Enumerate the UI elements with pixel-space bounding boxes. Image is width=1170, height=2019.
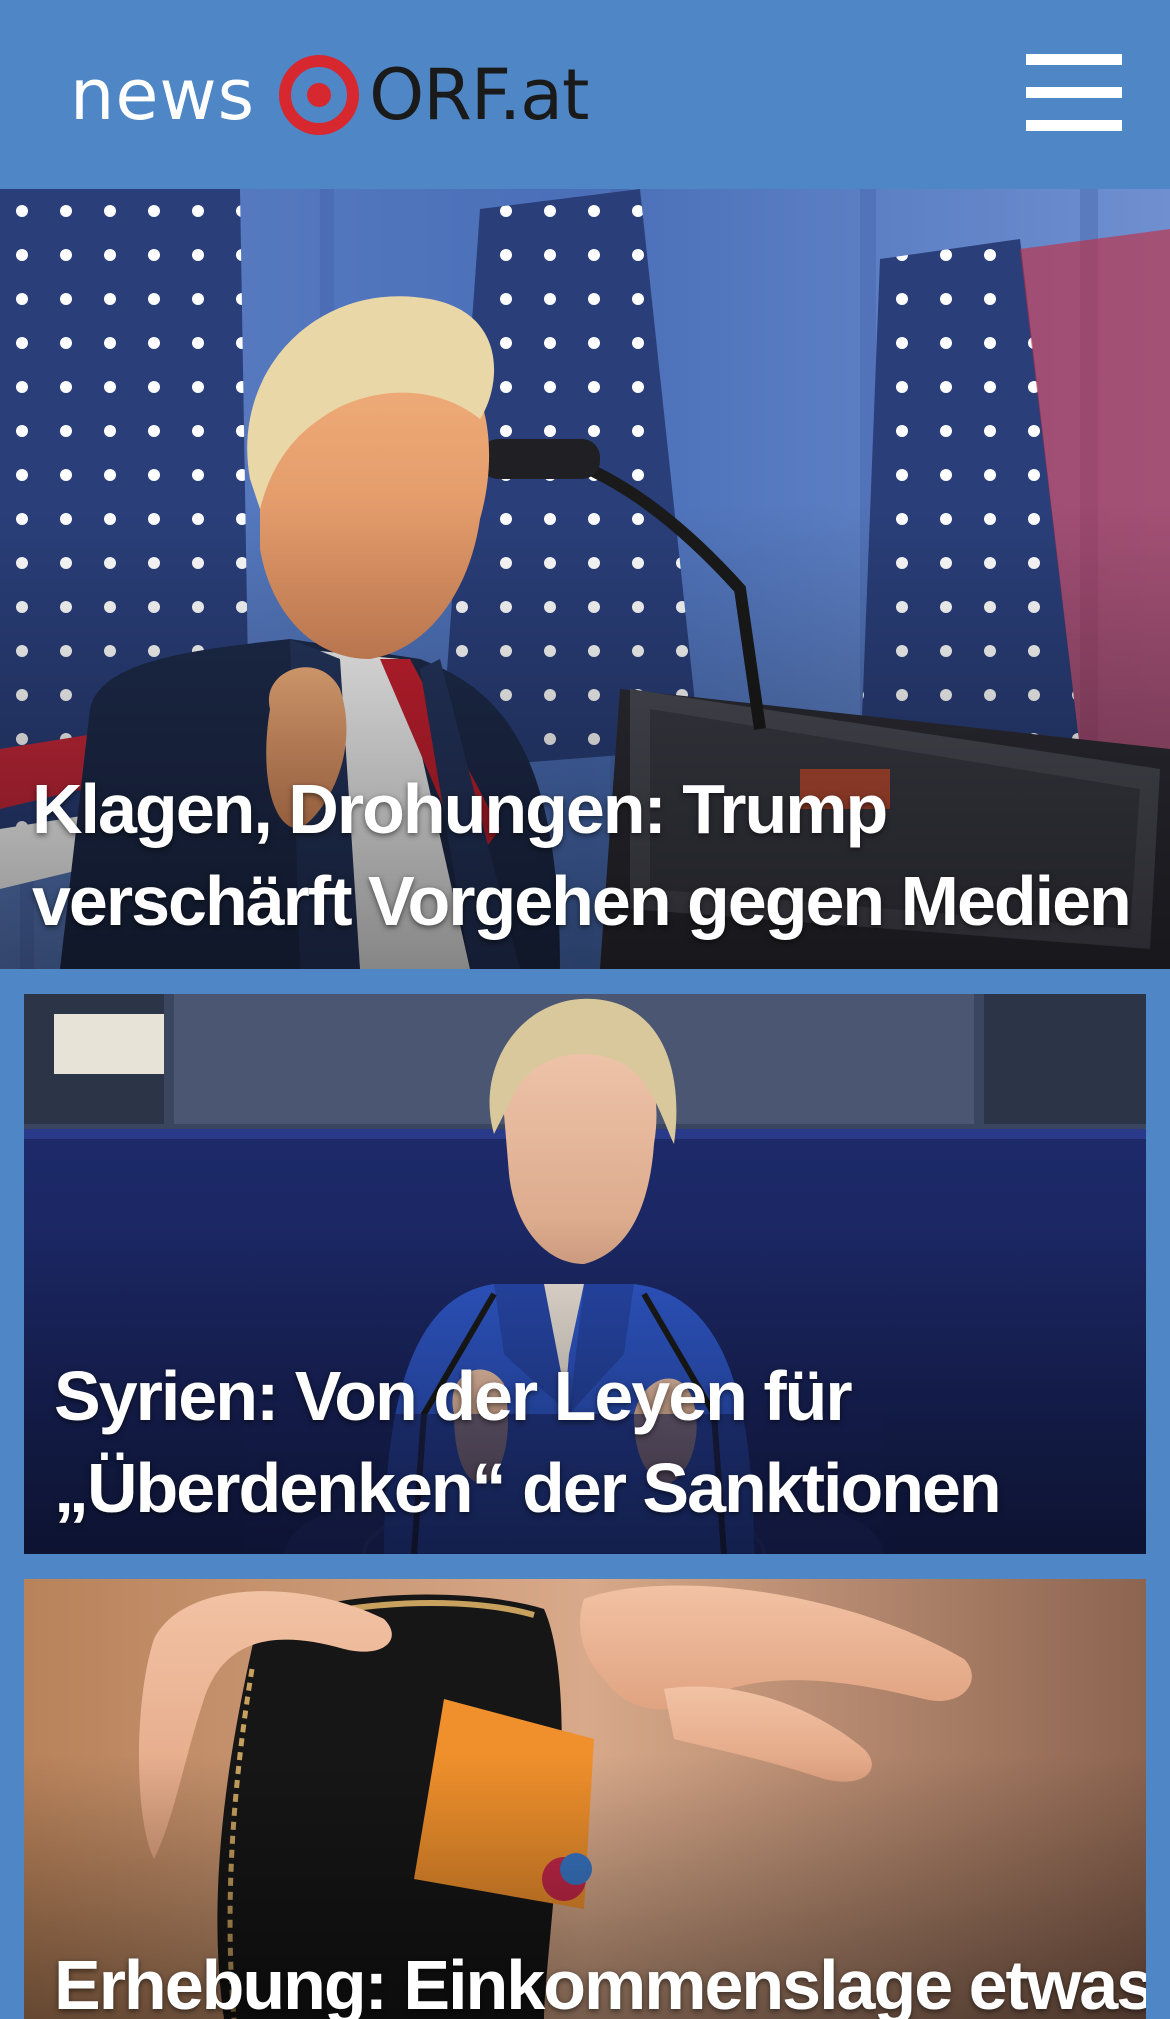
story-headline: Syrien: Von der Leyen für „Überdenken“ d… bbox=[54, 1357, 1002, 1527]
story-card-lead[interactable]: Klagen, Drohungen: Trump verschärft Vorg… bbox=[0, 189, 1170, 969]
orf-eye-icon bbox=[279, 55, 360, 135]
menu-bar bbox=[1026, 54, 1122, 65]
logo-news-text: news bbox=[70, 54, 256, 136]
logo-orf-text: ORF.at bbox=[369, 54, 589, 136]
story-card[interactable]: Syrien: Von der Leyen für „Überdenken“ d… bbox=[24, 994, 1146, 1554]
menu-bar bbox=[1026, 87, 1122, 98]
story-headline: Klagen, Drohungen: Trump verschärft Vorg… bbox=[32, 770, 1132, 940]
site-header: news ORF.at bbox=[0, 0, 1170, 189]
menu-bar bbox=[1026, 120, 1122, 131]
hamburger-menu-icon[interactable] bbox=[1020, 50, 1125, 135]
story-headline: Erhebung: Einkommenslage etwas bbox=[54, 1946, 1146, 2019]
story-card[interactable]: Erhebung: Einkommenslage etwas bbox=[24, 1579, 1146, 2019]
orf-news-logo[interactable]: news ORF.at bbox=[70, 50, 590, 140]
